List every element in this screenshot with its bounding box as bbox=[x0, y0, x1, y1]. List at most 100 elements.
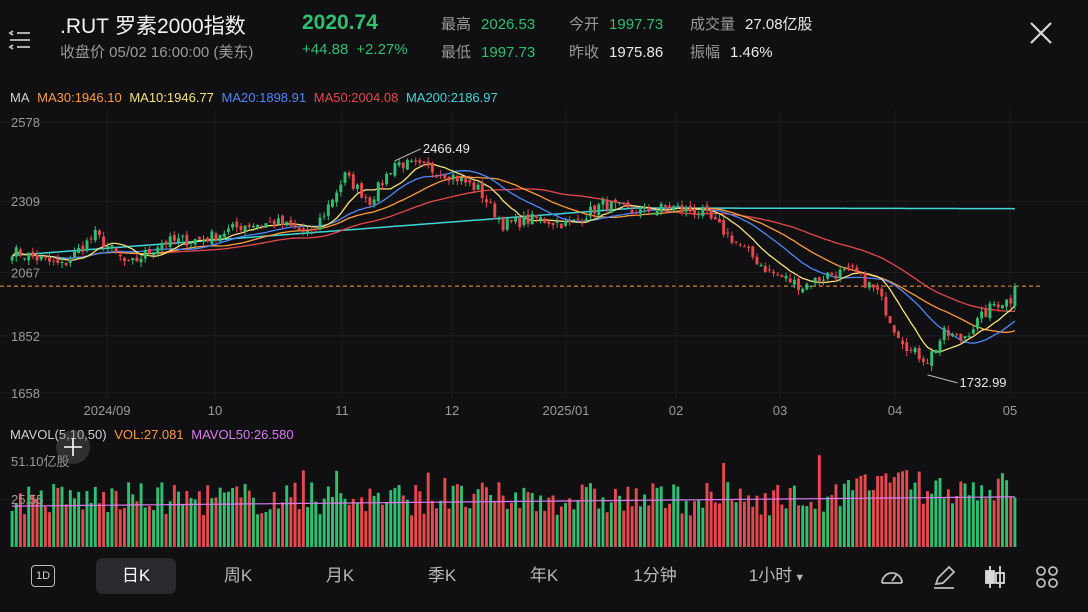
candle-body bbox=[301, 228, 305, 232]
price-tick-label: 2067 bbox=[11, 266, 40, 281]
candle-body bbox=[759, 264, 763, 267]
candle-body bbox=[742, 246, 746, 248]
grid-menu-icon[interactable] bbox=[1034, 564, 1060, 590]
candle-body bbox=[888, 316, 892, 324]
candle-body bbox=[593, 205, 597, 214]
candle-body bbox=[497, 218, 501, 220]
candle-body bbox=[797, 278, 800, 291]
volume-bar bbox=[401, 495, 405, 547]
candle-body bbox=[439, 174, 443, 176]
interval-1d-icon[interactable]: 1D bbox=[31, 565, 55, 587]
volume-bar bbox=[797, 505, 800, 547]
candle-body bbox=[385, 173, 389, 185]
candle-body bbox=[605, 199, 609, 211]
candle-body bbox=[534, 214, 538, 218]
candle-body bbox=[114, 247, 118, 252]
candle-body bbox=[139, 258, 143, 263]
volume-bar bbox=[888, 482, 892, 547]
volume-bar bbox=[747, 495, 751, 547]
candle-body bbox=[372, 199, 376, 205]
volume-bar bbox=[451, 485, 455, 547]
candle-body bbox=[905, 342, 909, 352]
price-chart[interactable]: 2466.49 1732.99 2578 2309 2067 1852 1658 2024/… bbox=[0, 0, 1088, 560]
volume-bar bbox=[1013, 497, 1017, 547]
candle-body bbox=[980, 311, 984, 319]
tab-yearly-k[interactable]: 年K bbox=[509, 558, 579, 594]
candle-body bbox=[14, 247, 18, 257]
volume-bar bbox=[156, 487, 160, 547]
candle-body bbox=[842, 268, 846, 270]
candle-body bbox=[951, 334, 954, 337]
candle-body bbox=[393, 163, 397, 176]
price-tick-label: 1658 bbox=[11, 386, 40, 401]
candle-body bbox=[867, 282, 871, 288]
date-tick-label: 2025/01 bbox=[543, 403, 590, 418]
chevron-down-icon: ▼ bbox=[794, 572, 806, 584]
volume-bar bbox=[555, 514, 559, 547]
candle-body bbox=[306, 231, 309, 233]
volume-bar bbox=[110, 488, 114, 547]
volume-bar bbox=[522, 487, 526, 547]
draw-pencil-icon[interactable] bbox=[931, 564, 957, 590]
candlestick-style-icon[interactable] bbox=[982, 564, 1008, 590]
volume-bar bbox=[372, 495, 376, 547]
candle-body bbox=[938, 340, 942, 353]
gauge-icon[interactable] bbox=[879, 564, 905, 590]
candle-body bbox=[360, 183, 364, 198]
crosshair-icon bbox=[64, 438, 82, 456]
volume-bar bbox=[364, 511, 368, 547]
volume-bar bbox=[684, 500, 688, 547]
candle-body bbox=[976, 318, 979, 329]
candle-body bbox=[110, 245, 114, 249]
volume-bar bbox=[593, 488, 597, 547]
tab-quarterly-k[interactable]: 季K bbox=[407, 558, 477, 594]
date-tick-label: 2024/09 bbox=[84, 403, 131, 418]
volume-bar bbox=[605, 512, 609, 547]
volume-bar bbox=[942, 498, 946, 547]
candle-body bbox=[480, 182, 484, 199]
date-tick-label: 02 bbox=[669, 403, 683, 418]
candle-body bbox=[335, 192, 339, 203]
candle-body bbox=[767, 269, 771, 271]
volume-bar bbox=[917, 471, 921, 547]
tab-daily-k[interactable]: 日K bbox=[96, 558, 176, 594]
volume-bar bbox=[56, 487, 60, 547]
candle-body bbox=[364, 196, 368, 198]
ma20-line bbox=[11, 170, 1016, 344]
candle-body bbox=[410, 161, 414, 163]
crosshair-button[interactable] bbox=[56, 430, 90, 464]
volume-bar bbox=[314, 501, 318, 547]
volume-bar bbox=[951, 503, 954, 547]
candle-body bbox=[755, 256, 759, 265]
date-tick-label: 04 bbox=[888, 403, 902, 418]
volume-bar bbox=[722, 462, 726, 547]
tab-1-hour-dropdown[interactable]: 1小时 ▼ bbox=[735, 558, 819, 594]
volume-bar bbox=[60, 486, 64, 547]
volume-bar bbox=[102, 491, 106, 547]
tab-1-minute[interactable]: 1分钟 bbox=[615, 558, 695, 594]
volume-bar bbox=[1000, 473, 1004, 547]
candle-body bbox=[472, 182, 476, 191]
volume-bar bbox=[98, 503, 101, 547]
volume-bar bbox=[81, 509, 85, 547]
candle-body bbox=[31, 251, 35, 257]
volume-bar bbox=[863, 474, 867, 547]
candle-body bbox=[152, 252, 156, 256]
volume-bar bbox=[168, 501, 172, 547]
candle-body bbox=[934, 349, 938, 353]
candle-body bbox=[564, 220, 567, 226]
volume-bar bbox=[281, 502, 285, 547]
candle-body bbox=[984, 309, 988, 317]
candle-body bbox=[85, 240, 89, 251]
tab-monthly-k[interactable]: 月K bbox=[305, 558, 375, 594]
volume-bar bbox=[455, 484, 459, 547]
candle-body bbox=[551, 222, 555, 225]
tab-weekly-k[interactable]: 周K bbox=[203, 558, 273, 594]
candle-body bbox=[518, 217, 522, 228]
moving-average-lines bbox=[11, 163, 1016, 353]
volume-bar bbox=[297, 509, 301, 547]
volume-bar bbox=[301, 470, 305, 547]
candle-body bbox=[1005, 299, 1009, 307]
candle-body bbox=[871, 284, 875, 288]
volume-bar bbox=[726, 482, 730, 547]
